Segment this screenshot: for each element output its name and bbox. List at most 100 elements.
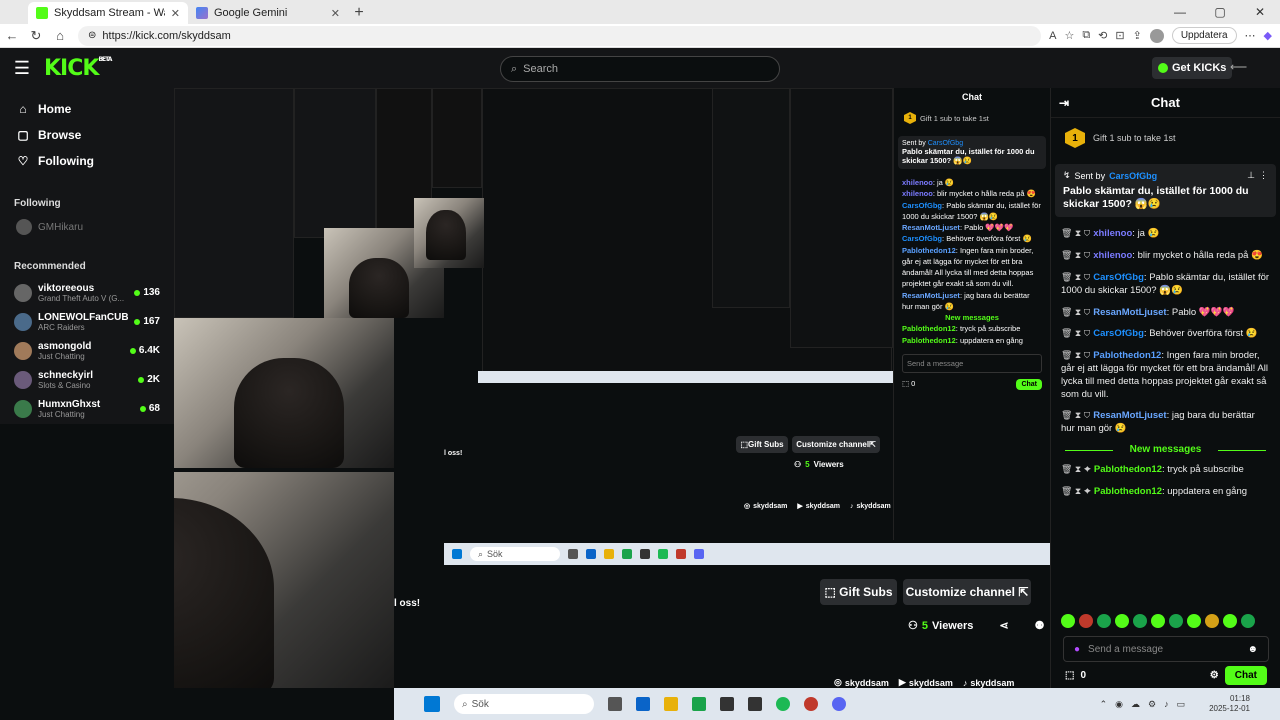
home-icon: ⌂ — [19, 102, 27, 116]
chat-username[interactable]: xhilenoo — [1093, 250, 1132, 261]
collections-icon[interactable]: ⊡ — [1115, 29, 1124, 42]
emote-icon[interactable] — [1205, 614, 1219, 628]
taskbar-app-icon — [636, 697, 650, 711]
update-button[interactable]: Uppdatera — [1171, 27, 1237, 44]
extensions-icon[interactable]: ⧉ — [1082, 29, 1090, 42]
sidebar-item-following[interactable]: ♡ Following — [0, 148, 174, 174]
collapse-chat-icon[interactable]: ⇥ — [1059, 96, 1069, 110]
expand-icon[interactable]: ⟵ — [1230, 60, 1247, 74]
close-icon[interactable]: ✕ — [171, 7, 180, 20]
streamer-figure — [349, 258, 409, 318]
emote-icon[interactable] — [1097, 614, 1111, 628]
chat-username[interactable]: xhilenoo — [1093, 228, 1132, 239]
youtube-link[interactable]: ▶ skyddsam — [899, 677, 953, 688]
send-chat-button[interactable]: Chat — [1224, 666, 1267, 685]
menu-icon[interactable]: ☰ — [0, 58, 44, 79]
sidebar-item-label: Browse — [38, 128, 82, 142]
taskbar-app-icon — [804, 697, 818, 711]
kick-page: ☰ KICKBETA ⌕ Search Get KICKs ⟵ ⌂ Home ▢ B… — [0, 48, 1280, 720]
nested-chat-msg: ResanMotLjuset: Pablo 💖💖💖 — [902, 223, 1014, 232]
search-icon: ⌕ — [511, 62, 518, 75]
emote-icon[interactable] — [1115, 614, 1129, 628]
gift-cta-text: Gift 1 sub to take 1st — [1093, 133, 1176, 143]
site-info-icon[interactable]: ⊜ — [88, 30, 96, 41]
share-icon[interactable]: ⋖ — [999, 619, 1008, 632]
pin-icon[interactable]: ⊥ — [1247, 170, 1255, 181]
history-icon[interactable]: ⟲ — [1098, 29, 1107, 42]
follow-user-icon[interactable]: ⚉ — [1035, 619, 1045, 632]
copilot-icon[interactable]: ◆ — [1264, 29, 1272, 42]
profile-avatar[interactable] — [1149, 28, 1164, 43]
settings-icon[interactable]: ⚙ — [1210, 670, 1219, 681]
sidebar-item-home[interactable]: ⌂ Home — [0, 96, 174, 122]
sidebar-item-browse[interactable]: ▢ Browse — [0, 122, 174, 148]
emote-icon[interactable] — [1187, 614, 1201, 628]
chat-username[interactable]: Pablothedon12 — [1094, 464, 1162, 475]
kick-logo[interactable]: KICKBETA — [44, 56, 112, 81]
chat-username[interactable]: CarsOfGbg — [1093, 328, 1144, 339]
new-messages-divider[interactable]: New messages — [1061, 444, 1270, 455]
chat-message: 🗑 ⧗ ⛉ CarsOfGbg: Pablo skämtar du, iställ… — [1061, 271, 1270, 296]
nested-taskbar — [478, 371, 893, 383]
emote-icon[interactable] — [1241, 614, 1255, 628]
search-input[interactable]: ⌕ Search — [500, 56, 780, 82]
recommended-item[interactable]: LONEWOLFanCUB ARC Raiders 167 — [0, 307, 174, 336]
chat-username[interactable]: Pablothedon12 — [1093, 350, 1161, 361]
home-icon[interactable]: ⌂ — [48, 28, 72, 43]
following-item[interactable]: GMHikaru — [0, 215, 174, 239]
favorite-icon[interactable]: ☆ — [1064, 29, 1074, 42]
gift-sub-leaderboard[interactable]: 1 Gift 1 sub to take 1st — [1051, 118, 1280, 158]
minimize-icon[interactable]: — — [1160, 0, 1200, 24]
share-icon[interactable]: ⇪ — [1133, 29, 1142, 42]
chat-username[interactable]: Pablothedon12 — [1094, 486, 1162, 497]
emote-icon[interactable] — [1133, 614, 1147, 628]
get-kicks-button[interactable]: Get KICKs — [1152, 57, 1233, 79]
tab-gemini[interactable]: Google Gemini ✕ — [188, 2, 348, 24]
recommended-item[interactable]: schneckyirl Slots & Casino 2K — [0, 365, 174, 394]
points-icon[interactable]: ⬚ — [1065, 670, 1074, 681]
nested-gift-subs: ⬚ Gift Subs — [736, 436, 788, 453]
emote-icon[interactable] — [1169, 614, 1183, 628]
customize-channel-button[interactable]: Customize channel ⇱ — [903, 579, 1031, 605]
emote-icon[interactable] — [1061, 614, 1075, 628]
pinned-username[interactable]: CarsOfGbg — [1109, 171, 1157, 181]
chat-username[interactable]: ResanMotLjuset — [1093, 410, 1166, 421]
pinned-message[interactable]: ↯ Sent by CarsOfGbg ⊥ ⋮ Pablo skämtar du, is… — [1055, 164, 1276, 218]
microphone-icon[interactable]: ● — [1074, 644, 1080, 655]
back-icon[interactable]: ← — [0, 28, 24, 43]
close-icon[interactable]: ✕ — [331, 7, 340, 20]
avatar — [16, 219, 32, 235]
chat-username[interactable]: ResanMotLjuset — [1093, 307, 1166, 318]
more-icon[interactable]: ⋯ — [1245, 29, 1256, 42]
recommended-item[interactable]: asmongold Just Chatting 6.4K — [0, 336, 174, 365]
chat-text: Pablo 💖💖💖 — [1171, 306, 1235, 318]
viewer-count: 2K — [147, 374, 160, 385]
reload-icon[interactable]: ↻ — [24, 28, 48, 44]
emoji-icon[interactable]: ☻ — [1247, 644, 1258, 655]
chat-input[interactable]: ● Send a message ☻ — [1063, 636, 1269, 662]
recommended-item[interactable]: viktoreeous Grand Theft Auto V (G... 136 — [0, 278, 174, 307]
emote-icon[interactable] — [1079, 614, 1093, 628]
instagram-link[interactable]: ◎ skyddsam — [834, 677, 889, 688]
gift-subs-button[interactable]: ⬚ Gift Subs — [820, 579, 897, 605]
nested-new-messages: New messages — [945, 313, 999, 322]
stream-overlay-text: l oss! — [394, 598, 421, 609]
windows-start-icon — [452, 549, 462, 559]
tab-kick[interactable]: Skyddsam Stream - Watch Live on Kick ✕ — [28, 2, 188, 24]
close-window-icon[interactable]: ✕ — [1240, 0, 1280, 24]
tiktok-link[interactable]: ♪ skyddsam — [963, 677, 1015, 688]
emote-icon[interactable] — [1151, 614, 1165, 628]
taskbar-app-icon — [694, 549, 704, 559]
url-field[interactable]: ⊜ https://kick.com/skyddsam — [78, 25, 1042, 46]
nested-viewers: ⚇ 5 Viewers — [794, 460, 844, 469]
chat-username[interactable]: CarsOfGbg — [1093, 272, 1144, 283]
new-tab-button[interactable]: + — [348, 2, 370, 24]
chat-message: 🗑 ⧗ ⛉ xhilenoo: ja 😢 — [1061, 228, 1160, 240]
more-icon[interactable]: ⋮ — [1259, 170, 1268, 181]
chat-message: 🗑 ⧗ ⛉ xhilenoo: blir mycket o hålla reda … — [1061, 250, 1263, 262]
recommended-item[interactable]: HumxnGhxst Just Chatting 68 — [0, 394, 174, 423]
maximize-icon[interactable]: ▢ — [1200, 0, 1240, 24]
stream-taskbar: ⌕ Sök ⌃ ◉ ☁ ⚙ ♪ ▭ 01:18 2025-12-01 — [394, 688, 1280, 720]
emote-icon[interactable] — [1223, 614, 1237, 628]
read-aloud-icon[interactable]: A — [1049, 30, 1056, 42]
